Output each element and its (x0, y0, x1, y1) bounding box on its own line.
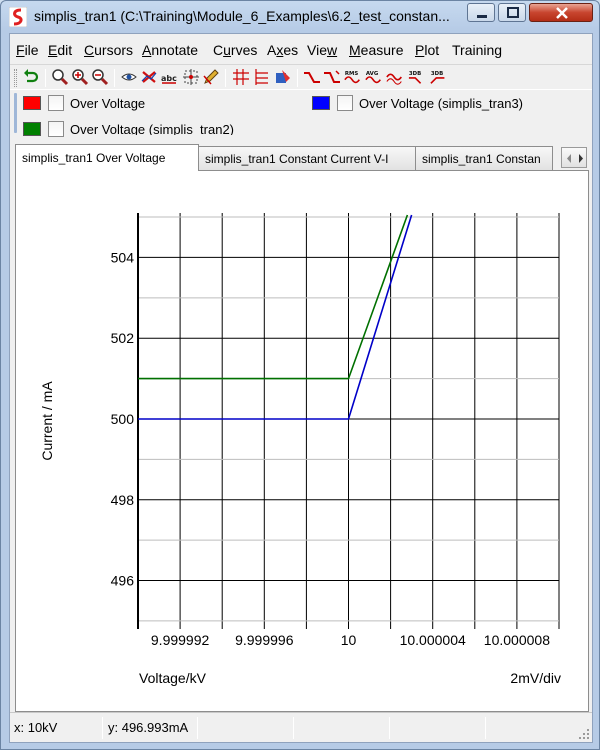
close-icon (556, 7, 568, 19)
undo-icon[interactable] (22, 68, 40, 86)
3db-low-icon[interactable]: 3DB (430, 68, 448, 86)
x-tick-label: 10 (341, 632, 357, 648)
zoom-out-icon[interactable] (91, 68, 109, 86)
legend-swatch-blue[interactable] (312, 96, 330, 110)
cursor-icon[interactable] (182, 68, 200, 86)
toolbar-grip[interactable] (14, 69, 17, 87)
y-tick-label: 498 (111, 492, 135, 508)
legend-swatch-red[interactable] (23, 96, 41, 110)
tab-scroll-arrows-icon (567, 154, 583, 163)
menu-annotate[interactable]: Annotate (142, 42, 198, 58)
maximize-icon (507, 7, 519, 18)
menu-axes[interactable]: Axes (267, 42, 298, 58)
resize-grip-icon[interactable] (578, 728, 590, 740)
series-line-tran2[interactable] (138, 214, 409, 380)
zoom-in-icon[interactable] (71, 68, 89, 86)
menu-measure[interactable]: Measure (349, 42, 403, 58)
svg-text:abc: abc (161, 74, 177, 83)
menu-training[interactable]: Training (452, 42, 502, 58)
toolbar-separator (225, 69, 226, 87)
rise-icon[interactable] (303, 68, 321, 86)
status-divider (389, 717, 390, 739)
y-tick-label: 504 (111, 249, 135, 265)
x-tick-label: 10.000004 (400, 632, 466, 648)
legend-checkbox[interactable] (48, 95, 64, 111)
menu-curves[interactable]: Curves (213, 42, 257, 58)
plot-area[interactable]: 496 498 500 502 504 9.999992 9.999996 10 10.0000… (15, 170, 589, 712)
window-title: simplis_tran1 (C:\Training\Module_6_Exam… (34, 8, 450, 24)
delete-curve-icon[interactable] (140, 68, 158, 86)
menu-view[interactable]: View (307, 42, 337, 58)
legend-checkbox[interactable] (337, 95, 353, 111)
color-icon[interactable] (274, 68, 292, 86)
status-x-readout: x: 10kV (14, 720, 58, 735)
eye-icon[interactable] (120, 68, 138, 86)
x-axis-label: Voltage/kV (139, 670, 207, 686)
toolbar-separator (297, 69, 298, 87)
maximize-button[interactable] (498, 3, 526, 22)
zoom-icon[interactable] (51, 68, 69, 86)
pen-icon[interactable] (202, 68, 220, 86)
client-area: File Edit Cursors Annotate Curves Axes View Mea… (9, 33, 593, 743)
x-tick-label: 9.999992 (151, 632, 210, 648)
title-bar[interactable]: simplis_tran1 (C:\Training\Module_6_Exam… (1, 1, 599, 33)
svg-text:3DB: 3DB (409, 71, 421, 77)
menu-cursors[interactable]: Cursors (84, 42, 133, 58)
waveform-chart[interactable]: 496 498 500 502 504 9.999992 9.999996 10 10.0000… (16, 171, 588, 711)
status-divider (293, 717, 294, 739)
application-window: simplis_tran1 (C:\Training\Module_6_Exam… (0, 0, 600, 750)
legend-panel: Over Voltage Over Voltage (simplis_tran3… (10, 91, 592, 137)
status-divider (485, 717, 486, 739)
3db-high-icon[interactable]: 3DB (408, 68, 426, 86)
x-scale-label: 2mV/div (510, 670, 561, 686)
tab-scroll-buttons[interactable] (561, 147, 587, 168)
grid-icon[interactable] (232, 68, 250, 86)
x-tick-label: 10.000008 (484, 632, 550, 648)
legend-label: Over Voltage (simplis_tran2) (70, 122, 235, 135)
status-bar: x: 10kV y: 496.993mA (10, 712, 592, 742)
svg-text:3DB: 3DB (431, 71, 443, 77)
tab-over-voltage[interactable]: simplis_tran1 Over Voltage (15, 144, 199, 171)
menu-bar: File Edit Cursors Annotate Curves Axes View Mea… (10, 34, 592, 64)
y-tick-label: 500 (111, 411, 135, 427)
abc-label-icon[interactable]: abc (160, 68, 178, 86)
legend-checkbox[interactable] (48, 121, 64, 137)
menu-edit[interactable]: Edit (48, 42, 72, 58)
minimize-icon (477, 15, 487, 18)
menu-plot[interactable]: Plot (415, 42, 439, 58)
toolbar-separator (45, 69, 46, 87)
y-tick-label: 496 (111, 573, 135, 589)
stack-icon[interactable] (252, 68, 270, 86)
tab-strip: simplis_tran1 Over Voltage simplis_tran1… (10, 144, 592, 171)
svg-text:AVG: AVG (366, 71, 379, 77)
tab-constant-current-v-i[interactable]: simplis_tran1 Constant Current V-I (198, 146, 416, 170)
minimize-button[interactable] (467, 3, 495, 22)
legend-grip[interactable] (14, 93, 17, 133)
legend-label: Over Voltage (simplis_tran3) (359, 96, 524, 111)
rms-icon[interactable]: RMS (344, 68, 362, 86)
x-tick-label: 9.999996 (235, 632, 294, 648)
toolbar: abc RMS AVG 3DB 3DB (10, 64, 592, 90)
avg-icon[interactable]: AVG (365, 68, 383, 86)
legend-label: Over Voltage (70, 96, 146, 111)
y-tick-label: 502 (111, 330, 135, 346)
simplis-app-icon (9, 7, 27, 27)
toolbar-separator (114, 69, 115, 87)
status-divider (197, 717, 198, 739)
fall-icon[interactable] (323, 68, 341, 86)
legend-swatch-green[interactable] (23, 122, 41, 136)
wave-icon[interactable] (386, 68, 404, 86)
status-y-readout: y: 496.993mA (108, 720, 189, 735)
svg-text:RMS: RMS (345, 71, 358, 77)
close-button[interactable] (529, 3, 593, 22)
tab-constant-truncated[interactable]: simplis_tran1 Constan (415, 146, 553, 170)
menu-file[interactable]: File (16, 42, 39, 58)
status-divider (102, 717, 103, 739)
y-axis-label: Current / mA (39, 381, 55, 461)
